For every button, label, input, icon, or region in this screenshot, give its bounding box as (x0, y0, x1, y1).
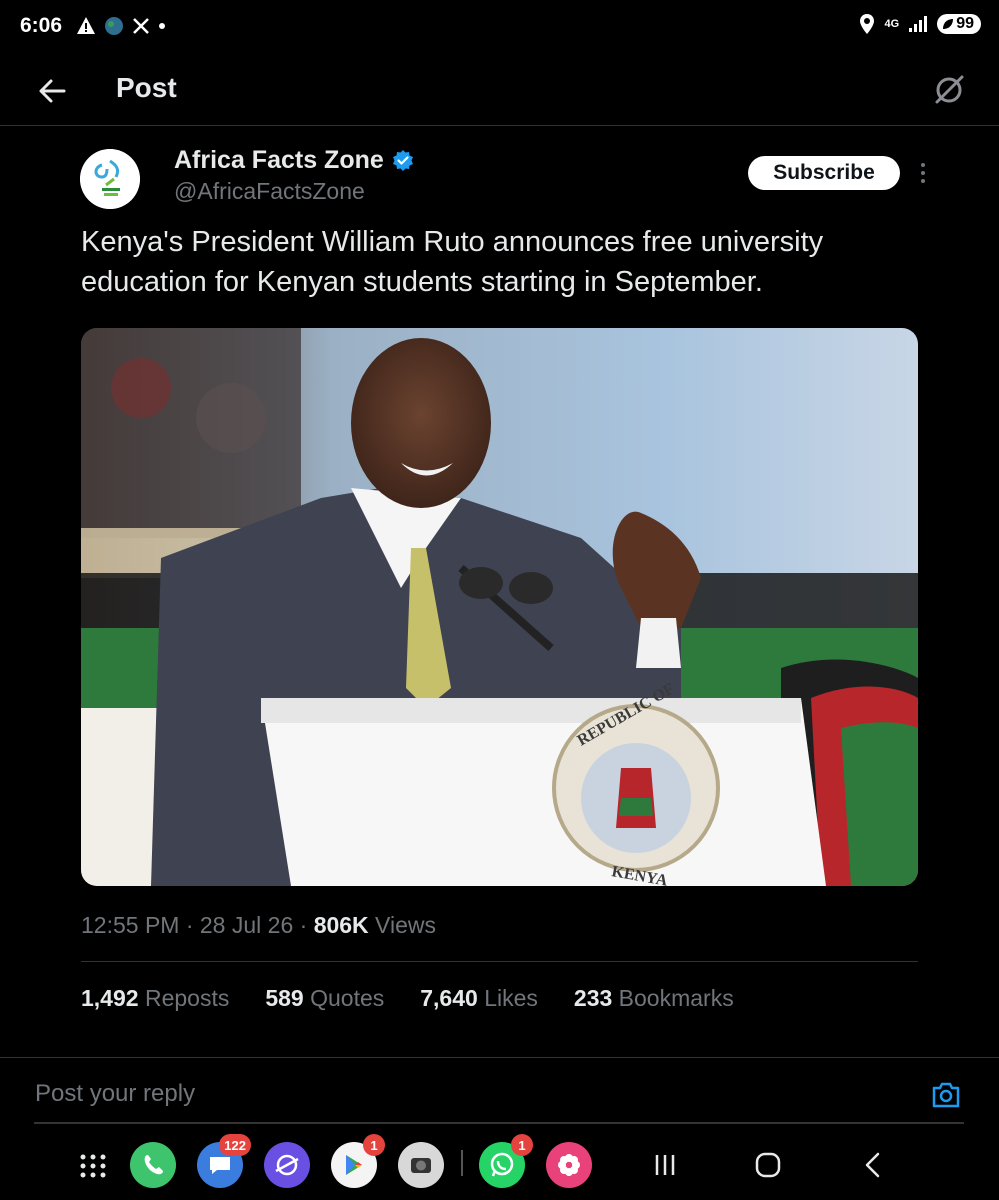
quotes-label: Quotes (310, 985, 385, 1011)
network-type: 4G (884, 18, 900, 30)
nav-back-button[interactable] (850, 1142, 896, 1188)
recents-icon (655, 1155, 675, 1175)
app-grid-icon (80, 1154, 106, 1178)
views-label: Views (368, 912, 436, 938)
globe-icon (105, 17, 123, 35)
author-name[interactable]: Africa Facts Zone (174, 146, 414, 175)
post-timestamp[interactable]: 12:55 PM · 28 Jul 26 · (81, 912, 314, 938)
views-count: 806K (313, 912, 369, 938)
home-button[interactable] (745, 1142, 791, 1188)
play-store-badge: 1 (363, 1134, 385, 1156)
likes-stat[interactable]: 7,640 Likes (420, 985, 538, 1012)
avatar[interactable] (80, 149, 140, 209)
post-text: Kenya's President William Ruto announces… (81, 226, 824, 298)
divider (0, 1057, 999, 1058)
bookmarks-stat[interactable]: 233 Bookmarks (574, 985, 734, 1012)
status-time: 6:06 (20, 14, 63, 37)
dock-separator (461, 1150, 463, 1176)
recent-apps-button[interactable] (642, 1142, 688, 1188)
whatsapp-app[interactable]: 1 (479, 1134, 533, 1188)
author-handle[interactable]: @AfricaFactsZone (174, 178, 365, 205)
play-store-icon (346, 1155, 362, 1175)
verified-badge-icon (392, 149, 413, 171)
likes-count: 7,640 (420, 985, 478, 1011)
input-underline (34, 1122, 964, 1124)
divider (81, 961, 918, 962)
post-stats: 1,492 Reposts 589 Quotes 7,640 Likes 233… (81, 985, 770, 1012)
status-bar: 6:06 4G 99 (0, 0, 999, 58)
camera-icon (932, 1082, 960, 1108)
browser-app[interactable] (264, 1142, 310, 1188)
home-circle-icon (755, 1152, 781, 1178)
x-logo-icon (133, 18, 149, 34)
reposts-stat[interactable]: 1,492 Reposts (81, 985, 229, 1012)
flower-icon (558, 1154, 580, 1176)
camera-app[interactable] (398, 1142, 444, 1188)
battery-leaf-icon (943, 19, 954, 29)
status-right: 4G 99 (859, 14, 981, 34)
quotes-count: 589 (265, 985, 304, 1011)
post-image[interactable]: REPUBLIC OF KENYA (81, 328, 918, 886)
bookmarks-count: 233 (573, 985, 613, 1011)
battery-level: 99 (956, 15, 974, 32)
likes-label: Likes (484, 985, 538, 1011)
arrow-left-icon (39, 79, 66, 103)
top-bar: Post (0, 58, 999, 126)
chevron-left-icon (865, 1152, 880, 1178)
messages-app[interactable]: 122 (197, 1134, 251, 1188)
more-vertical-icon (921, 163, 925, 183)
reposts-label: Reposts (144, 985, 230, 1011)
quotes-stat[interactable]: 589 Quotes (265, 985, 384, 1012)
android-nav-dock: 122 1 1 (0, 1128, 999, 1200)
battery-indicator: 99 (937, 14, 981, 34)
bookmarks-label: Bookmarks (618, 985, 734, 1011)
president-speaking-photo: REPUBLIC OF KENYA (81, 328, 918, 886)
grok-button[interactable] (929, 70, 969, 110)
subscribe-button[interactable]: Subscribe (748, 156, 900, 190)
africa-facts-zone-logo (80, 149, 140, 209)
planet-icon (275, 1154, 299, 1176)
phone-app[interactable] (130, 1142, 176, 1188)
messages-badge: 122 (219, 1134, 251, 1156)
signal-icon (909, 16, 928, 32)
phone-icon (144, 1155, 163, 1175)
whatsapp-icon (490, 1152, 514, 1177)
play-store-app[interactable]: 1 (331, 1134, 385, 1188)
app-drawer-button[interactable] (70, 1142, 116, 1188)
location-icon (859, 14, 874, 34)
page-title: Post (116, 72, 177, 103)
grok-icon (935, 75, 964, 104)
post-meta: 12:55 PM · 28 Jul 26 · 806K Views (81, 912, 436, 939)
reposts-count: 1,492 (81, 985, 139, 1011)
author-name-text: Africa Facts Zone (174, 146, 384, 174)
warning-icon (77, 17, 95, 34)
whatsapp-badge: 1 (511, 1134, 533, 1156)
camera-lens-icon (411, 1158, 431, 1173)
dot-icon (159, 23, 165, 29)
back-button[interactable] (34, 72, 72, 110)
notification-icons (76, 16, 166, 36)
gallery-app[interactable] (546, 1142, 592, 1188)
more-options-button[interactable] (914, 160, 932, 186)
camera-button[interactable] (930, 1079, 962, 1111)
reply-input[interactable]: Post your reply (35, 1080, 195, 1108)
